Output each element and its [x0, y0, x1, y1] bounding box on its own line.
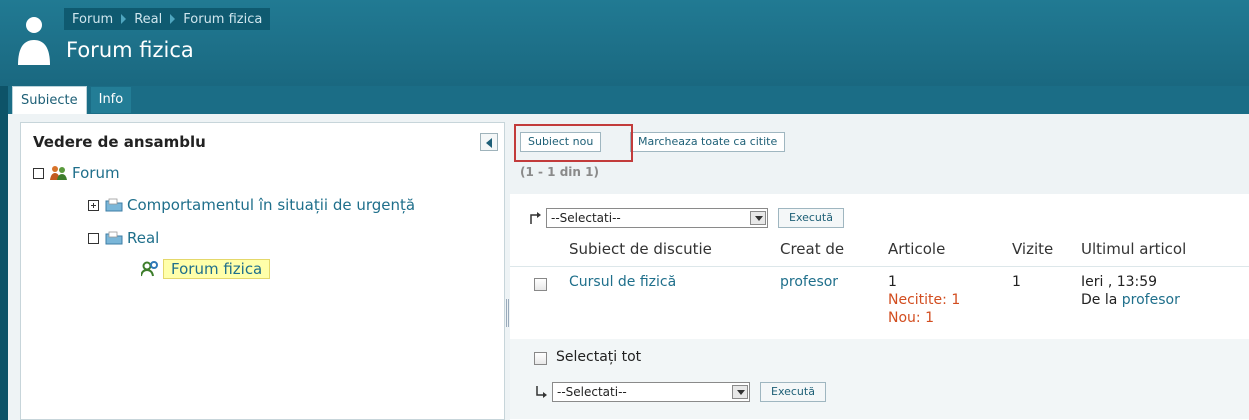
row-checkbox[interactable]: [534, 278, 547, 291]
overview-panel: Vedere de ansamblu Forum Comportamentul …: [20, 122, 505, 420]
topic-author-link[interactable]: profesor: [780, 274, 838, 290]
select-all-label[interactable]: Selectați tot: [556, 349, 641, 365]
tab-bar: Subiecte Info: [12, 86, 132, 114]
tree-label-category[interactable]: Comportamentul în situații de urgență: [127, 196, 415, 214]
chevron-left-icon: [486, 138, 492, 148]
col-header-visits[interactable]: Vizite: [1012, 240, 1053, 258]
page-title: Forum fizica: [66, 38, 194, 62]
select-value: --Selectati--: [557, 385, 627, 399]
last-article-prefix: De la: [1081, 292, 1118, 308]
collapse-toggle[interactable]: [88, 232, 99, 244]
last-article-time: Ieri , 13:59: [1081, 274, 1158, 290]
bulk-action-bottom: --Selectati-- Execută: [534, 382, 826, 402]
tree-label-selected-forum[interactable]: Forum fizica: [163, 259, 271, 279]
bulk-action-top: --Selectati-- Execută: [528, 208, 844, 228]
expand-toggle[interactable]: [88, 199, 99, 211]
mark-all-read-button[interactable]: Marcheaza toate ca citite: [630, 132, 786, 152]
breadcrumb-item-real[interactable]: Real: [134, 12, 162, 27]
col-header-created-by[interactable]: Creat de: [780, 240, 844, 258]
new-count: Nou: 1: [888, 310, 934, 326]
tree-label-forum[interactable]: Forum: [72, 164, 120, 182]
execute-button[interactable]: Execută: [778, 208, 844, 228]
bulk-action-select[interactable]: --Selectati--: [546, 208, 768, 228]
arrow-down-right-icon: [530, 212, 541, 224]
tree-node-category-urgenta[interactable]: Comportamentul în situații de urgență: [88, 196, 415, 214]
tree-label-category[interactable]: Real: [127, 229, 159, 247]
breadcrumb-separator-icon: [170, 14, 176, 24]
collapse-toggle[interactable]: [33, 167, 44, 179]
tree-node-category-real[interactable]: Real: [88, 229, 159, 247]
col-header-articles[interactable]: Articole: [888, 240, 945, 258]
breadcrumb-separator-icon: [121, 14, 127, 24]
user-avatar-icon: [18, 17, 50, 65]
pagination-info: (1 - 1 din 1): [520, 165, 599, 179]
unread-count: Necitite: 1: [888, 292, 961, 308]
visits-count: 1: [1012, 274, 1021, 290]
breadcrumb: Forum Real Forum fizica: [64, 8, 271, 30]
select-all-checkbox[interactable]: [534, 352, 547, 365]
forum-header: Forum Real Forum fizica Forum fizica: [0, 0, 1249, 86]
tab-subiecte[interactable]: Subiecte: [12, 86, 87, 114]
topic-title-link[interactable]: Cursul de fizică: [569, 274, 676, 290]
overview-title: Vedere de ansamblu: [33, 133, 206, 151]
dropdown-arrow-icon[interactable]: [732, 385, 748, 399]
forum-group-icon: [50, 166, 67, 180]
execute-button[interactable]: Execută: [760, 382, 826, 402]
last-article-author: De la profesor: [1081, 292, 1180, 308]
topics-panel: Subiect nou Marcheaza toate ca citite (1…: [510, 122, 1249, 420]
content-area: Vedere de ansamblu Forum Comportamentul …: [8, 114, 1249, 420]
forum-users-icon: [141, 261, 158, 277]
collapse-panel-button[interactable]: [480, 133, 498, 151]
breadcrumb-item-forum-fizica[interactable]: Forum fizica: [183, 12, 262, 27]
last-article-author-link[interactable]: profesor: [1122, 292, 1180, 308]
tab-info[interactable]: Info: [90, 87, 132, 113]
tree-node-forum-fizica[interactable]: Forum fizica: [141, 259, 271, 279]
topics-table: --Selectati-- Execută Subiect de discuti…: [510, 194, 1249, 420]
folder-icon: [105, 198, 123, 212]
tree-node-forum[interactable]: Forum: [33, 164, 120, 182]
breadcrumb-item-forum[interactable]: Forum: [72, 12, 113, 27]
col-header-last-article[interactable]: Ultimul articol: [1081, 240, 1186, 258]
articles-count: 1: [888, 274, 897, 290]
bulk-action-select[interactable]: --Selectati--: [552, 382, 750, 402]
new-topic-highlight: [514, 124, 633, 162]
select-value: --Selectati--: [551, 211, 621, 225]
col-header-subject[interactable]: Subiect de discutie: [569, 240, 712, 258]
folder-icon: [105, 231, 123, 245]
panel-splitter[interactable]: [506, 299, 509, 327]
dropdown-arrow-icon[interactable]: [750, 211, 766, 225]
arrow-up-right-icon: [536, 386, 547, 398]
